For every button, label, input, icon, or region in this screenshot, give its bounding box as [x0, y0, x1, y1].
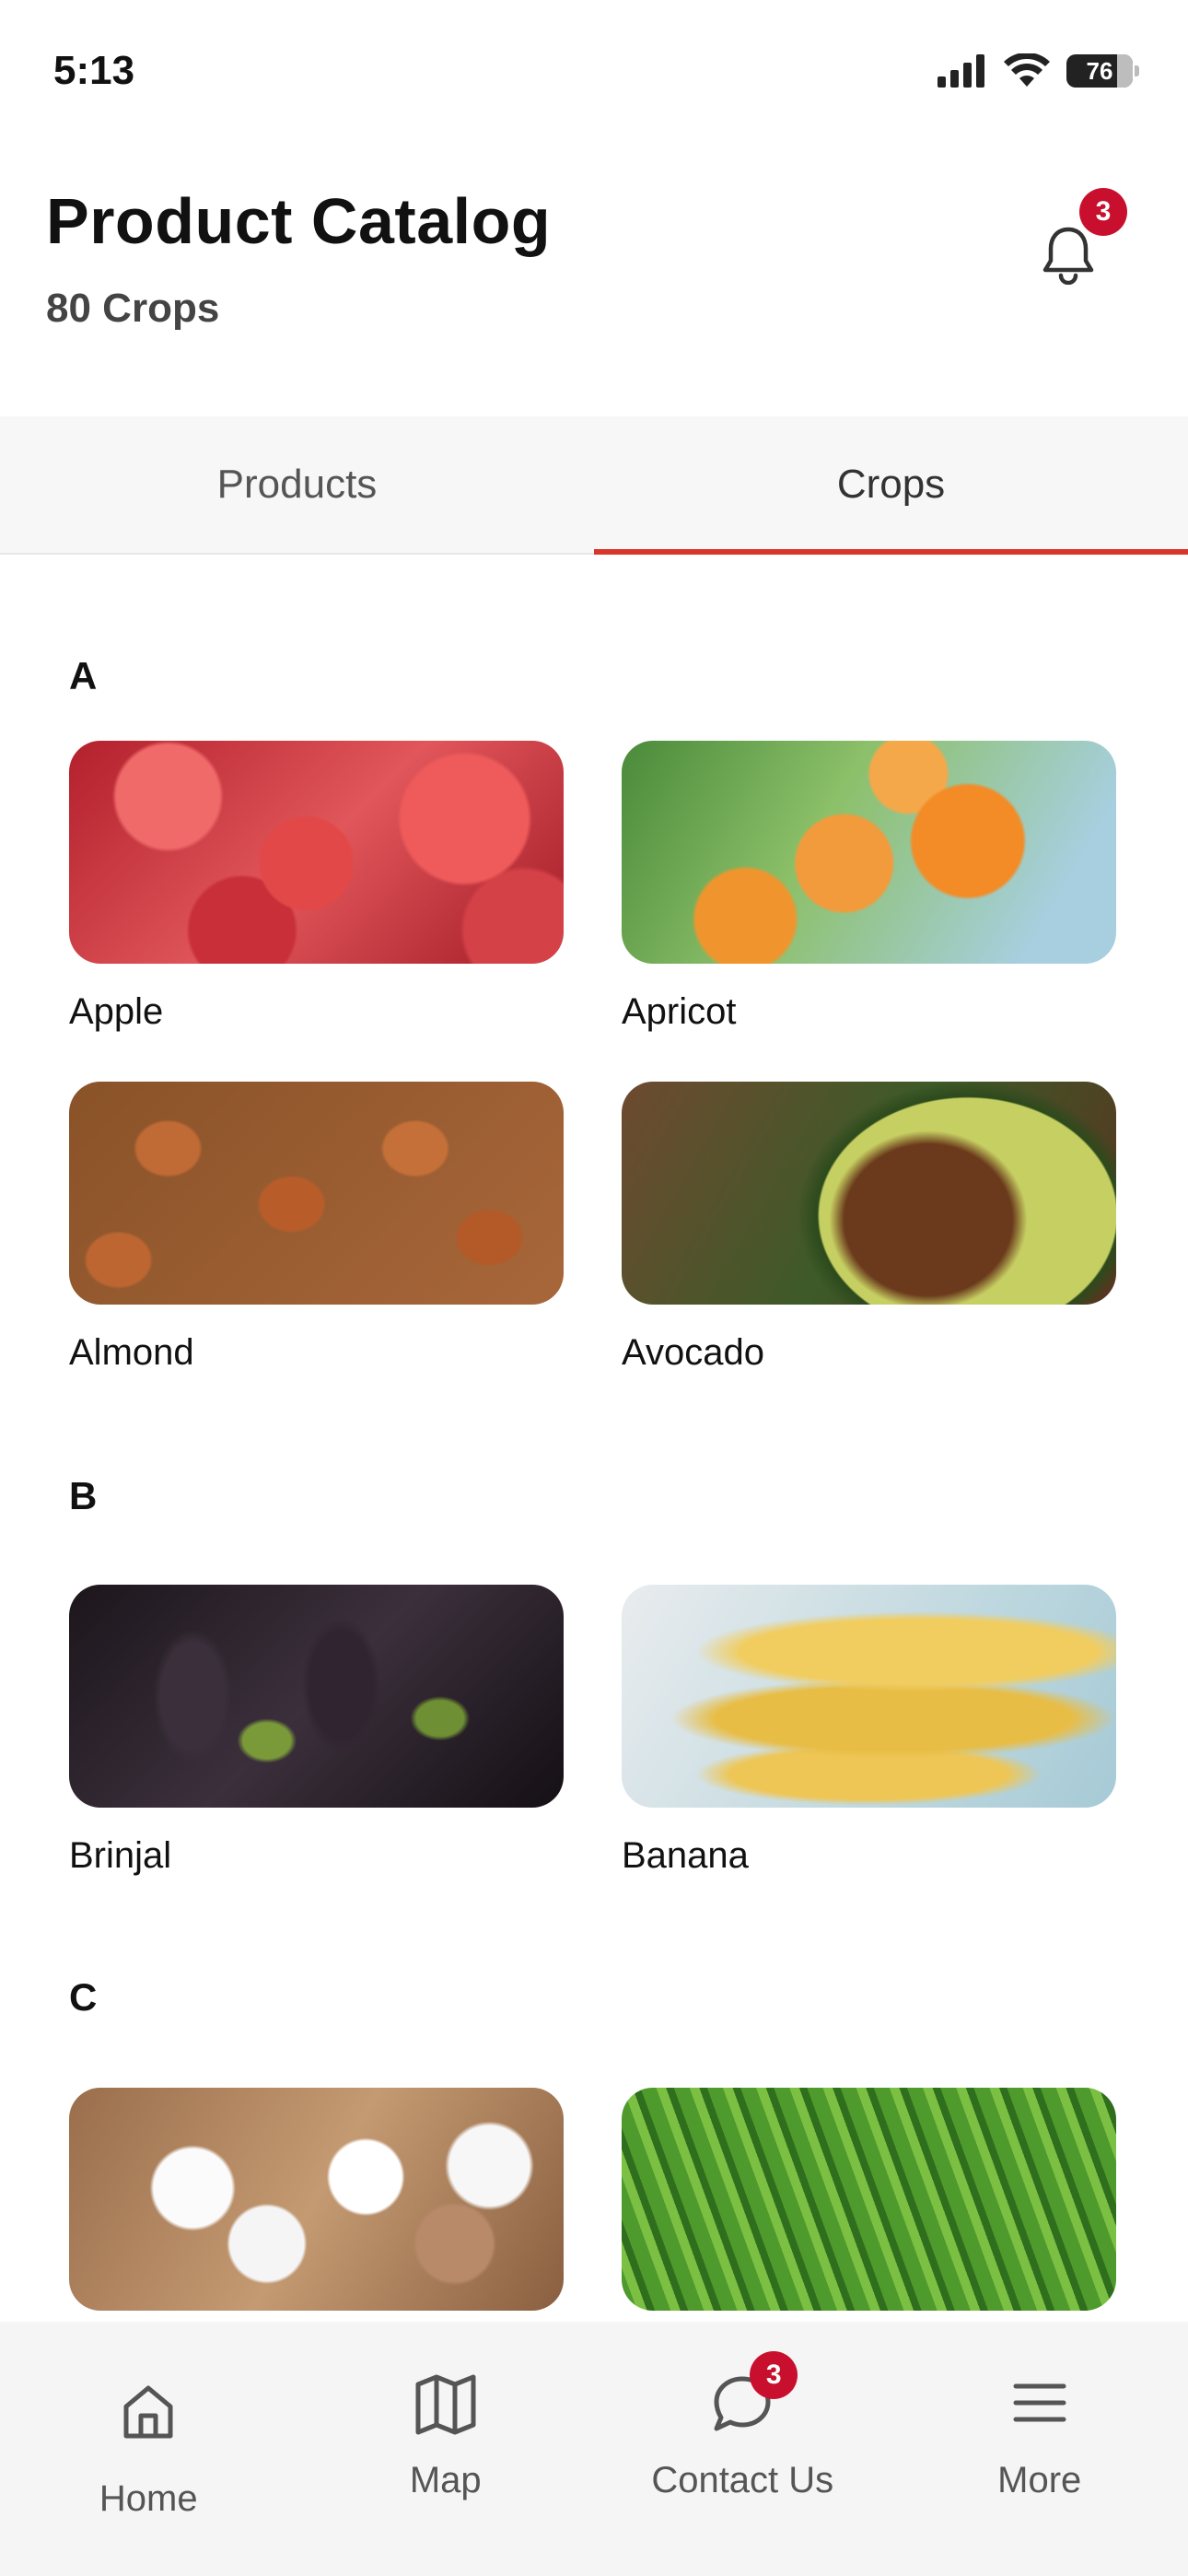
apricot-image	[622, 741, 1116, 964]
nav-label: Home	[99, 2478, 198, 2519]
crop-name: Apple	[69, 991, 164, 1032]
section-header-c: C	[69, 1975, 98, 2019]
nav-label: Map	[409, 2460, 482, 2500]
battery-icon: 76	[1066, 54, 1139, 88]
crop-card-almond[interactable]: Almond	[69, 1082, 564, 1374]
bell-icon	[1042, 227, 1094, 285]
tab-crops[interactable]: Crops	[594, 416, 1188, 555]
crop-name: Almond	[69, 1332, 194, 1373]
crop-name: Apricot	[622, 991, 737, 1032]
crop-card-brinjal[interactable]: Brinjal	[69, 1585, 564, 1877]
cotton-image	[69, 2088, 564, 2311]
battery-level: 76	[1086, 56, 1113, 85]
crop-card-apple[interactable]: Apple	[69, 741, 564, 1033]
home-icon	[115, 2379, 181, 2445]
brinjal-image	[69, 1585, 564, 1808]
map-icon	[413, 2370, 479, 2436]
tab-products[interactable]: Products	[0, 416, 594, 553]
bottom-navigation: Home Map 3 Contact Us More	[0, 2322, 1188, 2576]
crop-card-cotton[interactable]	[69, 2088, 564, 2322]
avocado-image	[622, 1082, 1116, 1305]
nav-label: More	[997, 2460, 1082, 2500]
nav-label: Contact Us	[651, 2460, 834, 2500]
status-time: 5:13	[53, 48, 135, 93]
apple-image	[69, 741, 564, 964]
crop-card-apricot[interactable]: Apricot	[622, 741, 1116, 1033]
nav-home[interactable]: Home	[0, 2322, 297, 2576]
status-bar: 5:13 76	[0, 0, 1188, 138]
crop-card-avocado[interactable]: Avocado	[622, 1082, 1116, 1374]
catalog-tabs: Products Crops	[0, 416, 1188, 555]
cellular-signal-icon	[938, 54, 984, 88]
green-chilli-image	[622, 2088, 1116, 2311]
status-icons: 76	[938, 53, 1139, 88]
crop-name: Banana	[622, 1835, 749, 1876]
crop-card-banana[interactable]: Banana	[622, 1585, 1116, 1877]
notifications-button[interactable]: 3	[1031, 188, 1127, 291]
banana-image	[622, 1585, 1116, 1808]
crop-name: Avocado	[622, 1332, 764, 1373]
page-title: Product Catalog	[46, 185, 552, 257]
page-header: Product Catalog 80 Crops 3	[46, 184, 1142, 359]
notification-badge: 3	[1079, 188, 1127, 236]
section-header-b: B	[69, 1474, 98, 1517]
section-header-a: A	[69, 654, 98, 697]
crop-name: Brinjal	[69, 1835, 172, 1876]
nav-contact-us[interactable]: 3 Contact Us	[594, 2322, 891, 2576]
almond-image	[69, 1082, 564, 1305]
chat-icon: 3	[709, 2351, 798, 2436]
crop-count: 80 Crops	[46, 286, 220, 331]
wifi-icon	[1004, 53, 1050, 87]
menu-icon	[1007, 2370, 1073, 2436]
message-badge: 3	[750, 2351, 798, 2399]
nav-map[interactable]: Map	[297, 2322, 595, 2576]
nav-more[interactable]: More	[891, 2322, 1188, 2576]
crop-list[interactable]: A Apple Apricot Almond Avocado B Brinjal…	[0, 556, 1188, 2322]
crop-card-green-chilli[interactable]	[622, 2088, 1116, 2322]
